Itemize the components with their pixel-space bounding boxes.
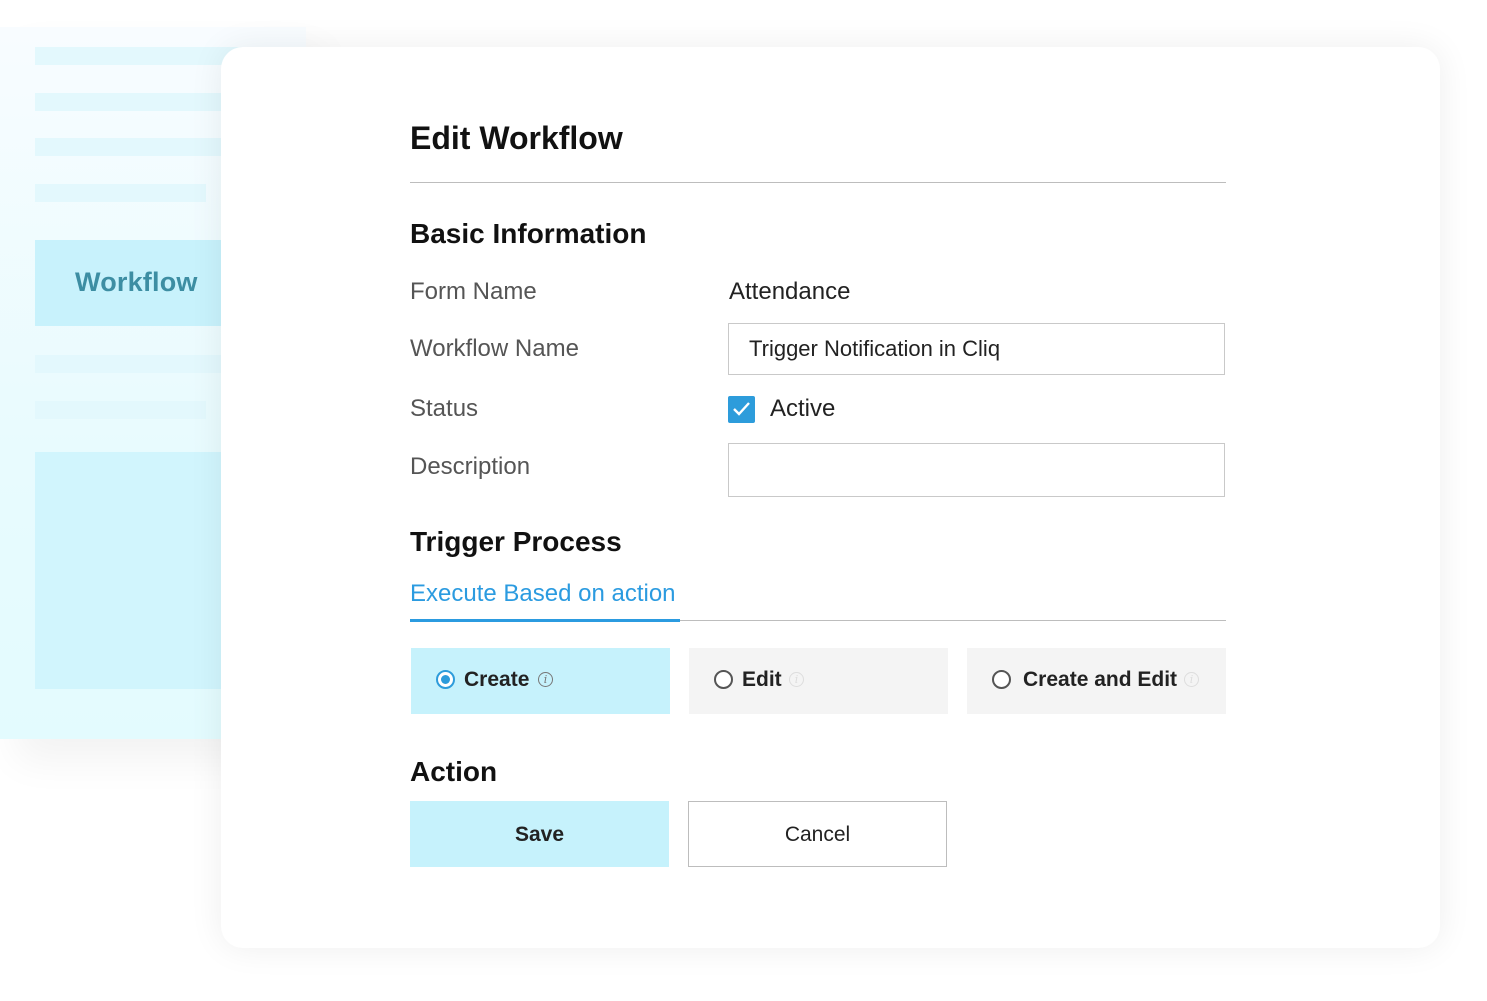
workflow-name-input[interactable]: Trigger Notification in Cliq bbox=[728, 323, 1225, 375]
form-name-label: Form Name bbox=[410, 278, 537, 305]
action-heading: Action bbox=[410, 756, 498, 787]
sidebar-placeholder-item[interactable] bbox=[35, 184, 206, 202]
sidebar-placeholder-item[interactable] bbox=[35, 401, 206, 419]
tab-active-indicator bbox=[410, 619, 680, 622]
status-label: Status bbox=[410, 395, 479, 422]
cancel-button[interactable]: Cancel bbox=[688, 801, 947, 867]
description-label: Description bbox=[410, 453, 531, 480]
option-create[interactable]: Create i bbox=[411, 648, 670, 714]
check-icon bbox=[733, 402, 750, 416]
trigger-process-heading: Trigger Process bbox=[410, 526, 622, 557]
info-icon[interactable]: i bbox=[1184, 672, 1199, 687]
option-edit[interactable]: Edit i bbox=[689, 648, 948, 714]
form-name-value: Attendance bbox=[729, 278, 851, 305]
info-icon[interactable]: i bbox=[789, 672, 804, 687]
save-button[interactable]: Save bbox=[410, 801, 669, 867]
description-input[interactable] bbox=[728, 443, 1225, 497]
tab-execute-based-on-action[interactable]: Execute Based on action bbox=[410, 580, 676, 608]
option-create-and-edit[interactable]: Create and Edit i bbox=[967, 648, 1226, 714]
sidebar-item-label: Workflow bbox=[75, 267, 198, 297]
option-label: Create bbox=[464, 668, 530, 691]
status-checkbox[interactable] bbox=[728, 396, 755, 423]
info-icon[interactable]: i bbox=[538, 672, 553, 687]
workflow-name-label: Workflow Name bbox=[410, 335, 579, 362]
option-label: Edit bbox=[742, 668, 782, 691]
page-title: Edit Workflow bbox=[410, 120, 623, 156]
option-label: Create and Edit bbox=[1023, 668, 1178, 691]
radio-icon[interactable] bbox=[436, 670, 455, 689]
status-active-label: Active bbox=[770, 395, 836, 422]
radio-icon[interactable] bbox=[714, 670, 733, 689]
radio-icon[interactable] bbox=[992, 670, 1011, 689]
title-divider bbox=[410, 182, 1226, 183]
basic-information-heading: Basic Information bbox=[410, 218, 647, 249]
